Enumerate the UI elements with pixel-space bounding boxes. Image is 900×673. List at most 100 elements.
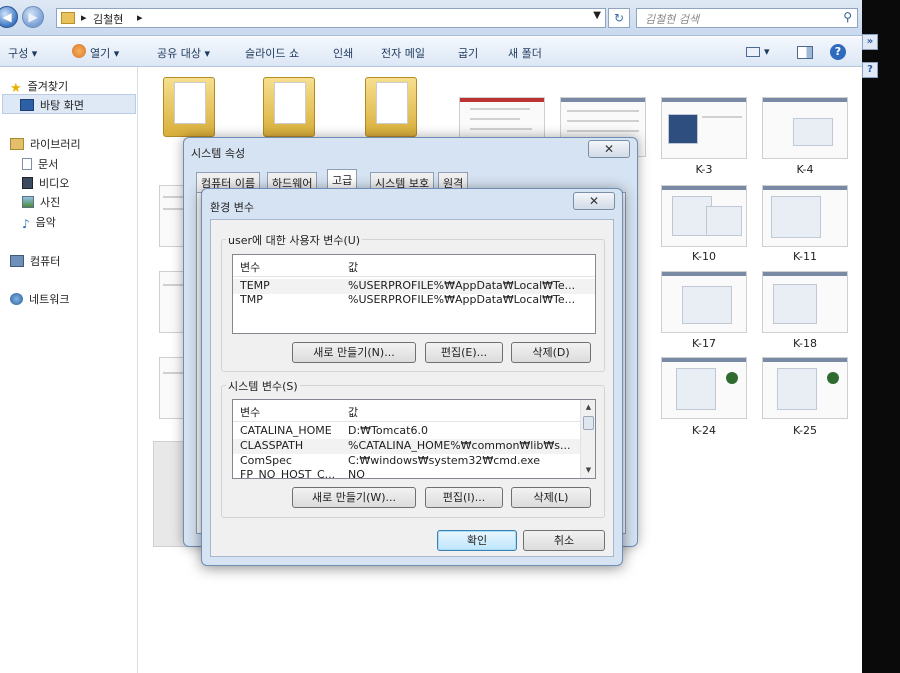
system-edit-button[interactable]: 편집(I)... [425,487,503,508]
image-thumbnail[interactable] [762,271,848,333]
column-header-variable[interactable]: 변수 [240,404,260,420]
star-icon: ★ [10,81,22,96]
picture-icon [22,196,34,208]
music-icon: ♪ [22,217,30,231]
navigation-pane: ★ 즐겨찾기 바탕 화면 라이브러리 문서 비디오 사진 ♪ 음악 컴퓨터 네트워크 [0,67,138,673]
close-icon[interactable]: ✕ [588,140,630,158]
command-bar: 구성 ▾ 열기 ▾ 공유 대상 ▾ 슬라이드 쇼 인쇄 전자 메일 굽기 새 폴… [0,37,862,67]
nav-videos[interactable]: 비디오 [22,175,69,191]
organize-button[interactable]: 구성 ▾ [8,45,37,61]
system-new-button[interactable]: 새로 만들기(W)... [292,487,416,508]
column-header-variable[interactable]: 변수 [240,259,260,275]
scroll-up-icon[interactable]: ▲ [581,400,595,415]
help-icon[interactable]: ? [830,44,846,60]
share-button[interactable]: 공유 대상 ▾ [157,45,210,61]
group-label: user에 대한 사용자 변수(U) [226,232,363,248]
email-button[interactable]: 전자 메일 [381,45,425,61]
thumbnail-label[interactable]: K-18 [762,337,848,350]
ok-button[interactable]: 확인 [437,530,517,551]
system-variables-list[interactable]: 변수 값 CATALINA_HOME D:₩Tomcat6.0 CLASSPAT… [232,399,596,479]
list-header: 변수 값 [233,255,595,277]
image-thumbnail[interactable] [762,185,848,247]
breadcrumb[interactable]: 김철현 [93,11,123,27]
system-variables-group: 시스템 변수(S) 변수 값 CATALINA_HOME D:₩Tomcat6.… [221,378,605,518]
nav-network[interactable]: 네트워크 [10,291,69,307]
minimized-window-button[interactable]: » [862,34,878,50]
refresh-icon[interactable]: ↻ [608,8,630,28]
folder-item[interactable] [263,77,315,137]
thumbnail-label[interactable]: K-11 [762,250,848,263]
view-options-icon[interactable] [746,47,760,57]
burn-button[interactable]: 굽기 [458,45,478,61]
folder-item[interactable] [163,77,215,137]
help-icon[interactable]: ? [862,62,878,78]
document-icon [22,158,32,170]
thumbnail-label[interactable]: K-24 [661,424,747,437]
scroll-down-icon[interactable]: ▼ [581,463,595,478]
list-item[interactable]: FP_NO_HOST_C... NO [233,468,580,478]
preview-pane-icon[interactable] [797,46,813,59]
nav-desktop[interactable]: 바탕 화면 [20,97,84,113]
column-header-value[interactable]: 값 [348,259,358,275]
nav-computer[interactable]: 컴퓨터 [10,253,60,269]
vertical-scrollbar[interactable]: ▲ ▼ [580,400,595,478]
system-delete-button[interactable]: 삭제(L) [511,487,591,508]
desktop-icon [20,99,34,111]
nav-favorites[interactable]: ★ 즐겨찾기 [10,78,68,96]
nav-libraries[interactable]: 라이브러리 [10,136,81,152]
slideshow-button[interactable]: 슬라이드 쇼 [245,45,299,61]
image-thumbnail[interactable] [661,97,747,159]
forward-arrow-icon[interactable]: ▶ [22,6,44,28]
search-input[interactable]: 김철현 검색 ⚲ [636,8,858,28]
user-variables-group: user에 대한 사용자 변수(U) 변수 값 TEMP %USERPROFIL… [221,232,605,372]
column-header-value[interactable]: 값 [348,404,358,420]
user-delete-button[interactable]: 삭제(D) [511,342,591,363]
address-bar-area: ◀ ▶ ▸ 김철현 ▸ ▼ ↻ 김철현 검색 ⚲ [0,0,862,36]
computer-icon [10,255,24,267]
address-input[interactable]: ▸ 김철현 ▸ ▼ [56,8,606,28]
folder-item[interactable] [365,77,417,137]
back-arrow-icon[interactable]: ◀ [0,6,18,28]
image-thumbnail[interactable] [661,185,747,247]
video-icon [22,177,33,189]
environment-variables-dialog: 환경 변수 ✕ user에 대한 사용자 변수(U) 변수 값 TEMP %US… [201,188,623,566]
search-icon[interactable]: ⚲ [843,10,852,24]
thumbnail-label[interactable]: K-10 [661,250,747,263]
list-item[interactable]: TEMP %USERPROFILE%₩AppData₩Local₩Te... [233,279,595,294]
thumbnail-label[interactable]: K-4 [762,163,848,176]
close-icon[interactable]: ✕ [573,192,615,210]
list-header: 변수 값 [233,400,580,422]
thumbnail-label[interactable]: K-25 [762,424,848,437]
list-item[interactable]: CLASSPATH %CATALINA_HOME%₩common₩lib₩s..… [233,439,580,454]
scrollbar-thumb[interactable] [583,416,594,430]
list-item[interactable]: TMP %USERPROFILE%₩AppData₩Local₩Te... [233,293,595,308]
nav-music[interactable]: ♪ 음악 [22,214,56,231]
chevron-down-icon[interactable]: ▼ [593,10,601,21]
user-new-button[interactable]: 새로 만들기(N)... [292,342,416,363]
list-item[interactable]: CATALINA_HOME D:₩Tomcat6.0 [233,424,580,439]
user-variables-list[interactable]: 변수 값 TEMP %USERPROFILE%₩AppData₩Local₩Te… [232,254,596,334]
library-icon [10,138,24,150]
nav-documents[interactable]: 문서 [22,156,58,172]
image-thumbnail[interactable] [661,357,747,419]
search-placeholder: 김철현 검색 [645,13,700,26]
group-label: 시스템 변수(S) [226,378,300,394]
print-button[interactable]: 인쇄 [333,45,353,61]
dialog-title: 시스템 속성 [191,147,246,160]
folder-icon [61,12,75,24]
open-button[interactable]: 열기 ▾ [90,45,119,61]
list-item[interactable]: ComSpec C:₩windows₩system32₩cmd.exe [233,454,580,469]
dialog-title: 환경 변수 [210,201,254,214]
cancel-button[interactable]: 취소 [523,530,605,551]
background-desktop [862,0,900,673]
nav-pictures[interactable]: 사진 [22,194,60,210]
open-app-icon [72,44,86,58]
thumbnail-label[interactable]: K-3 [661,163,747,176]
image-thumbnail[interactable] [661,271,747,333]
thumbnail-label[interactable]: K-17 [661,337,747,350]
user-edit-button[interactable]: 편집(E)... [425,342,503,363]
image-thumbnail[interactable] [762,357,848,419]
network-icon [10,293,23,305]
image-thumbnail[interactable] [762,97,848,159]
new-folder-button[interactable]: 새 폴더 [508,45,542,61]
